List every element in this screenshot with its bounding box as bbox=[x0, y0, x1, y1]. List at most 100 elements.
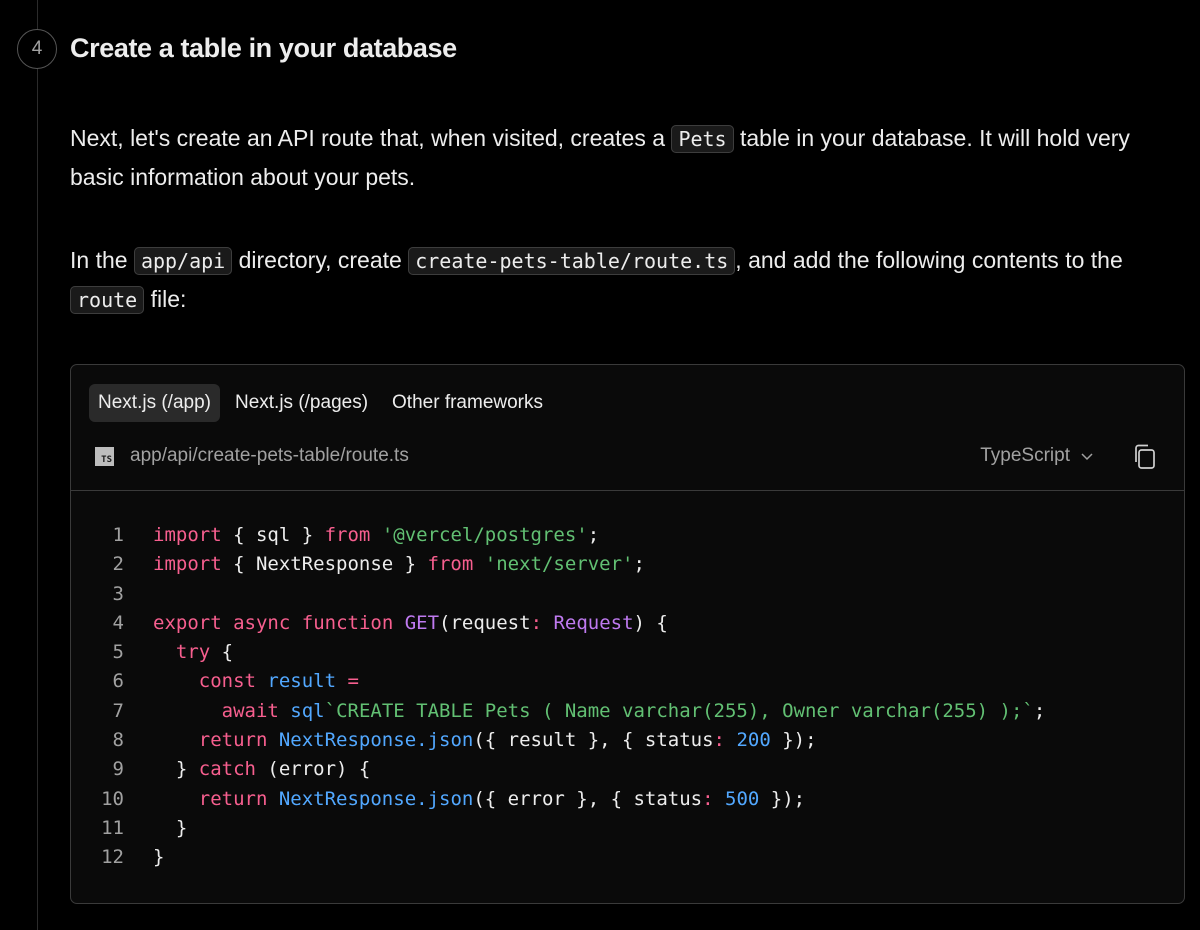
line-number: 4 bbox=[112, 611, 124, 634]
code-token: : bbox=[702, 787, 714, 810]
line-source: import { sql } from '@vercel/postgres'; bbox=[153, 521, 599, 550]
paragraph-text: file: bbox=[144, 286, 187, 312]
code-token: { sql } bbox=[221, 524, 325, 546]
line-number: 7 bbox=[112, 699, 124, 722]
line-source: const result = bbox=[153, 667, 359, 696]
line-number: 9 bbox=[112, 758, 124, 781]
line-source: return NextResponse.json({ error }, { st… bbox=[153, 785, 805, 814]
paragraph-text: , and add the following contents to the bbox=[735, 247, 1123, 273]
code-line: 8 return NextResponse.json({ result }, {… bbox=[71, 726, 1184, 755]
code-token: export bbox=[153, 611, 222, 634]
code-token: Request bbox=[553, 611, 634, 634]
code-token: from bbox=[427, 553, 474, 576]
line-source: await sql`CREATE TABLE Pets ( Name varch… bbox=[153, 697, 1046, 726]
code-token: import bbox=[153, 524, 222, 546]
code-token: catch bbox=[198, 758, 256, 781]
line-number: 6 bbox=[112, 670, 124, 693]
inline-code-pets: Pets bbox=[671, 125, 734, 153]
inline-code-route-path: create-pets-table/route.ts bbox=[408, 247, 736, 275]
line-source: } bbox=[153, 843, 164, 872]
line-source: import { NextResponse } from 'next/serve… bbox=[153, 550, 645, 579]
code-token: { bbox=[210, 641, 234, 664]
typescript-file-icon: TS bbox=[95, 446, 114, 466]
code-block: Next.js (/app) Next.js (/pages) Other fr… bbox=[70, 364, 1185, 904]
file-path: app/api/create-pets-table/route.ts bbox=[130, 445, 409, 466]
code-token: (request bbox=[439, 611, 531, 634]
step-number-badge: 4 bbox=[17, 29, 57, 69]
code-token: const bbox=[198, 670, 256, 693]
inline-code-route: route bbox=[70, 286, 145, 314]
code-line: 10 return NextResponse.json({ error }, {… bbox=[71, 785, 1184, 814]
chevron-down-icon bbox=[1081, 453, 1093, 461]
code-token: ({ result }, { status bbox=[473, 729, 714, 752]
tab-nextjs-pages[interactable]: Next.js (/pages) bbox=[226, 384, 377, 422]
line-number: 2 bbox=[112, 553, 124, 576]
code-token: ({ error }, { status bbox=[473, 787, 703, 810]
code-token: result bbox=[267, 670, 337, 693]
line-number: 12 bbox=[101, 846, 124, 869]
code-token: ; bbox=[633, 553, 645, 576]
code-token: ; bbox=[587, 524, 600, 546]
code-token: async bbox=[233, 611, 291, 634]
instructions-paragraph: In the app/api directory, create create-… bbox=[70, 241, 1170, 319]
line-number: 10 bbox=[101, 787, 124, 810]
code-token: 500 bbox=[725, 787, 760, 810]
paragraph-text: directory, create bbox=[232, 247, 409, 273]
line-number: 1 bbox=[112, 524, 124, 546]
code-token: 200 bbox=[736, 729, 771, 752]
code-line: 6 const result = bbox=[71, 667, 1184, 696]
inline-code-app-api: app/api bbox=[133, 247, 233, 275]
code-token: `CREATE TABLE Pets ( Name varchar(255), … bbox=[324, 699, 1034, 722]
line-number: 3 bbox=[112, 582, 124, 605]
paragraph-text: Next, let's create an API route that, wh… bbox=[70, 125, 672, 151]
code-token: ; bbox=[1033, 699, 1046, 722]
tab-nextjs-app[interactable]: Next.js (/app) bbox=[89, 384, 220, 422]
code-line: 11 } bbox=[71, 814, 1184, 843]
line-number: 8 bbox=[112, 729, 124, 752]
line-source: } catch (error) { bbox=[153, 755, 370, 784]
code-token: : bbox=[713, 729, 725, 752]
code-token: ) { bbox=[633, 611, 668, 634]
line-source: return NextResponse.json({ result }, { s… bbox=[153, 726, 817, 755]
language-dropdown[interactable]: TypeScript bbox=[980, 441, 1094, 471]
code-token: } bbox=[153, 758, 199, 781]
step-title: Create a table in your database bbox=[70, 33, 457, 63]
code-token: } bbox=[153, 846, 165, 869]
tab-other-frameworks[interactable]: Other frameworks bbox=[383, 384, 552, 422]
code-content[interactable]: 1 import { sql } from '@vercel/postgres';… bbox=[71, 521, 1184, 873]
code-line: 3 bbox=[71, 580, 1184, 609]
code-token: 'next/server' bbox=[484, 553, 634, 576]
code-token: }); bbox=[770, 729, 817, 752]
file-header: TS app/api/create-pets-table/route.ts bbox=[95, 441, 409, 471]
line-source: export async function GET(request: Reque… bbox=[153, 609, 668, 638]
framework-tabs: Next.js (/app) Next.js (/pages) Other fr… bbox=[89, 384, 552, 422]
code-line: 1 import { sql } from '@vercel/postgres'; bbox=[71, 521, 1184, 550]
code-token: } bbox=[153, 816, 188, 839]
code-line: 4 export async function GET(request: Requ… bbox=[71, 609, 1184, 638]
code-token: await bbox=[221, 699, 279, 722]
code-token: return bbox=[198, 787, 268, 810]
copy-icon[interactable] bbox=[1132, 443, 1158, 471]
code-token: GET bbox=[404, 611, 440, 634]
code-token: from bbox=[324, 524, 371, 546]
code-header-divider bbox=[71, 490, 1184, 491]
line-source: } bbox=[153, 814, 187, 843]
code-token: : bbox=[530, 611, 543, 634]
code-token: sql bbox=[290, 699, 325, 722]
code-line: 2 import { NextResponse } from 'next/serv… bbox=[71, 550, 1184, 579]
